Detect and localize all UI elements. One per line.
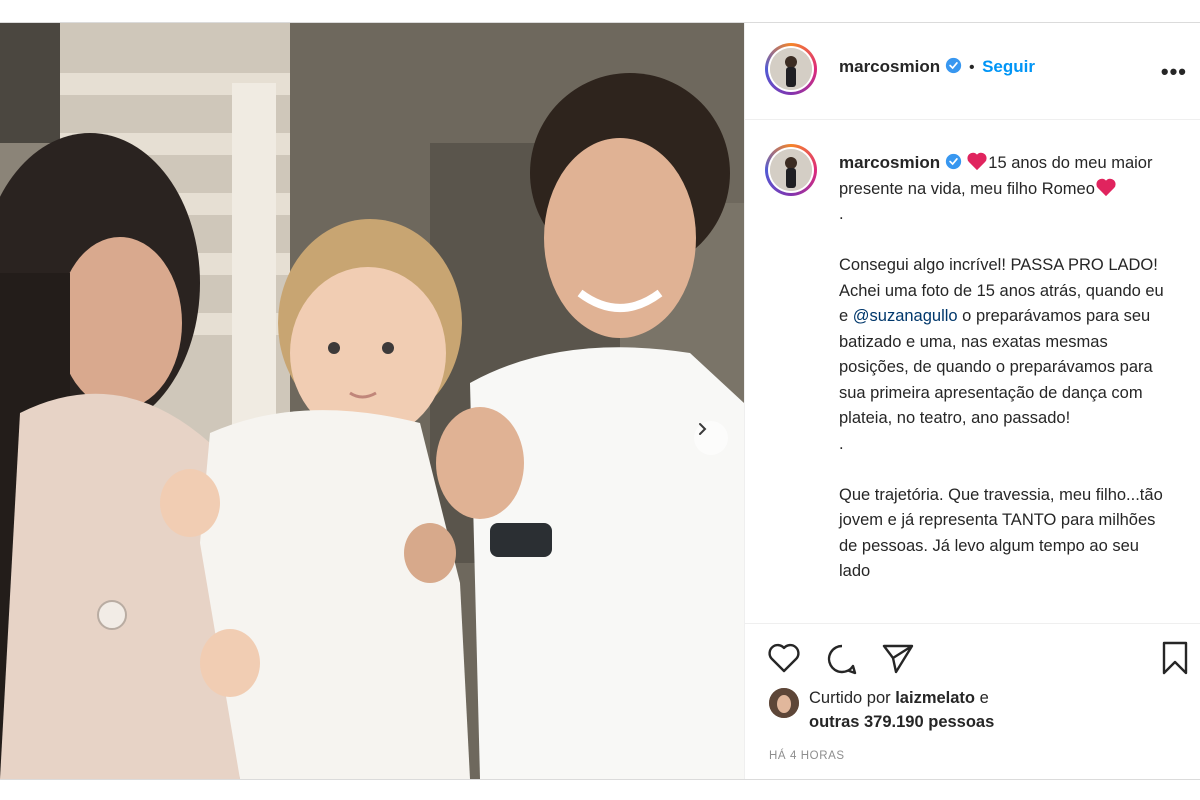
post-sidebar: marcosmion • Seguir ••• marcosmion 15 an… — [744, 23, 1200, 779]
caption-paragraph-3: Que trajetória. Que travessia, meu filho… — [839, 485, 1163, 581]
likes-summary: Curtido por laizmelato e outras 379.190 … — [809, 689, 995, 731]
likes-count[interactable]: outras 379.190 pessoas — [809, 713, 994, 731]
header-separator: • — [969, 59, 975, 76]
liker-avatar-photo — [769, 688, 799, 718]
caption-dot-2: . — [839, 434, 844, 453]
avatar-photo — [770, 48, 812, 90]
carousel-next-button[interactable] — [694, 421, 728, 455]
chevron-right-icon — [699, 423, 707, 435]
post-caption: marcosmion 15 anos do meu maior presente… — [839, 150, 1169, 585]
verified-badge-icon — [945, 153, 961, 170]
more-options-button[interactable]: ••• — [1161, 59, 1187, 85]
comment-icon[interactable] — [825, 642, 859, 676]
caption-username[interactable]: marcosmion — [839, 153, 940, 172]
post-timestamp[interactable]: HÁ 4 HORAS — [769, 750, 845, 762]
caption-paragraph-2: Consegui algo incrível! PASSA PRO LADO! … — [839, 256, 1164, 427]
author-username[interactable]: marcosmion — [839, 57, 940, 76]
follow-button[interactable]: Seguir — [982, 57, 1035, 76]
caption-scroll-area[interactable]: marcosmion 15 anos do meu maior presente… — [745, 120, 1200, 622]
verified-badge-icon — [945, 57, 961, 74]
liker-avatar[interactable] — [769, 688, 799, 718]
red-heart-emoji-icon — [1096, 178, 1116, 196]
paper-plane-icon[interactable] — [881, 642, 915, 674]
bookmark-icon[interactable] — [1161, 640, 1189, 676]
post-photo[interactable] — [0, 23, 744, 779]
author-avatar[interactable] — [765, 43, 817, 95]
post-header: marcosmion • Seguir ••• — [745, 23, 1200, 120]
red-heart-emoji-icon — [967, 152, 987, 171]
heart-outline-icon[interactable] — [767, 642, 801, 674]
caption-author-avatar[interactable] — [765, 144, 817, 196]
family-photo-illustration — [0, 23, 744, 779]
avatar-photo — [770, 149, 812, 191]
caption-dot-1: . — [839, 205, 844, 223]
mention-link[interactable]: @suzanagullo — [853, 307, 958, 325]
liker-username[interactable]: laizmelato — [895, 689, 975, 707]
post-actions: Curtido por laizmelato e outras 379.190 … — [745, 623, 1200, 780]
instagram-post: marcosmion • Seguir ••• marcosmion 15 an… — [0, 22, 1200, 780]
